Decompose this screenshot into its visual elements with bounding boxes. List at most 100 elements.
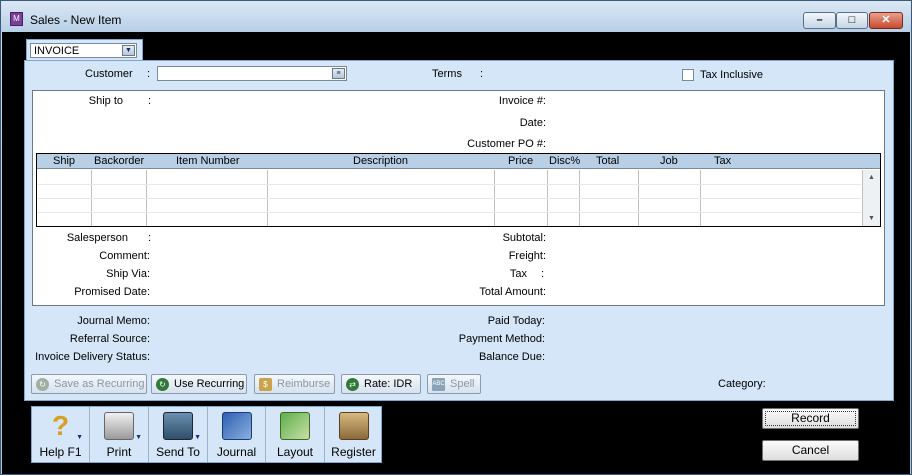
salesperson-label: Salesperson bbox=[66, 232, 128, 244]
print-label: Print bbox=[106, 445, 132, 459]
grid-row-line bbox=[37, 198, 861, 199]
printer-icon bbox=[104, 412, 134, 440]
reimburse-icon: $ bbox=[259, 378, 272, 391]
layout-label: Layout bbox=[276, 445, 314, 459]
record-button[interactable]: Record bbox=[762, 408, 859, 429]
chevron-down-icon: ▼ bbox=[76, 434, 83, 441]
tax-inclusive-label: Tax Inclusive bbox=[700, 69, 763, 81]
chevron-down-icon: ▼ bbox=[194, 434, 201, 441]
promised-date-label: Promised Date: bbox=[74, 286, 150, 298]
window-title: Sales - New Item bbox=[30, 13, 122, 27]
currency-rate-icon: ⇄ bbox=[346, 378, 359, 391]
grid-row-line bbox=[37, 184, 861, 185]
col-description: Description bbox=[353, 155, 409, 167]
save-as-recurring-button[interactable]: ↻ Save as Recurring bbox=[31, 374, 147, 394]
paid-today-label: Paid Today: bbox=[487, 315, 545, 327]
register-label: Register bbox=[331, 445, 376, 459]
customer-list-icon[interactable]: ≡ bbox=[332, 68, 345, 79]
send-to-label: Send To bbox=[156, 445, 200, 459]
tax-colon: : bbox=[541, 268, 545, 280]
scroll-down-icon[interactable]: ▼ bbox=[865, 212, 878, 225]
comment-label: Comment: bbox=[99, 250, 150, 262]
invoice-type-tab: INVOICE ▼ bbox=[26, 39, 143, 61]
col-ship: Ship bbox=[53, 155, 76, 167]
salesperson-colon: : bbox=[148, 232, 152, 244]
minimize-button[interactable]: – bbox=[803, 12, 836, 29]
spell-label: Spell bbox=[450, 378, 475, 390]
reimburse-label: Reimburse bbox=[277, 378, 331, 390]
freight-label: Freight: bbox=[508, 250, 546, 262]
close-button[interactable]: ✕ bbox=[869, 12, 903, 29]
save-as-recurring-label: Save as Recurring bbox=[54, 378, 145, 390]
recurring-icon: ↻ bbox=[36, 378, 49, 391]
journal-book-icon bbox=[221, 412, 252, 440]
referral-source-label: Referral Source: bbox=[69, 333, 150, 345]
print-button[interactable]: ▼ Print bbox=[90, 407, 149, 462]
journal-label: Journal bbox=[216, 445, 257, 459]
customer-field[interactable]: ≡ bbox=[157, 66, 347, 81]
col-disc: Disc% bbox=[549, 155, 581, 167]
rate-button[interactable]: ⇄ Rate: IDR bbox=[341, 374, 421, 394]
layout-icon bbox=[280, 412, 310, 440]
ship-via-label: Ship Via: bbox=[106, 268, 150, 280]
minimize-icon: – bbox=[816, 14, 823, 26]
chevron-down-icon: ▼ bbox=[135, 434, 142, 441]
use-recurring-button[interactable]: ↻ Use Recurring bbox=[151, 374, 247, 394]
spell-check-icon: ABC bbox=[432, 378, 445, 391]
ship-to-label: Ship to bbox=[88, 95, 123, 107]
rate-label: Rate: IDR bbox=[364, 378, 413, 390]
journal-memo-label: Journal Memo: bbox=[77, 315, 150, 327]
balance-due-label: Balance Due: bbox=[478, 351, 545, 363]
reimburse-button[interactable]: $ Reimburse bbox=[254, 374, 335, 394]
maximize-button[interactable]: □ bbox=[836, 12, 868, 29]
col-tax: Tax bbox=[714, 155, 732, 167]
recurring-icon: ↻ bbox=[156, 378, 169, 391]
date-label: Date: bbox=[519, 117, 546, 129]
invoice-number-label: Invoice #: bbox=[498, 95, 546, 107]
grid-scrollbar[interactable]: ▲ ▼ bbox=[862, 170, 880, 226]
help-label: Help F1 bbox=[39, 445, 82, 459]
scroll-up-icon[interactable]: ▲ bbox=[865, 171, 878, 184]
subtotal-label: Subtotal: bbox=[502, 232, 546, 244]
invoice-type-select[interactable]: INVOICE ▼ bbox=[30, 43, 137, 58]
spell-button[interactable]: ABC Spell bbox=[427, 374, 481, 394]
terms-colon: : bbox=[480, 68, 484, 80]
col-price: Price bbox=[508, 155, 534, 167]
customer-label: Customer bbox=[85, 68, 133, 80]
maximize-icon: □ bbox=[848, 14, 856, 26]
tax-inclusive-checkbox[interactable] bbox=[682, 69, 694, 81]
chevron-down-icon[interactable]: ▼ bbox=[122, 45, 135, 56]
tax-label: Tax bbox=[509, 268, 527, 280]
memo-section: Journal Memo: Referral Source: Invoice D… bbox=[32, 309, 885, 371]
grid-row-line bbox=[37, 212, 861, 213]
use-recurring-label: Use Recurring bbox=[174, 378, 245, 390]
invoice-body: Ship to : Invoice #: Date: Customer PO #… bbox=[32, 90, 885, 306]
payment-method-label: Payment Method: bbox=[458, 333, 545, 345]
line-items-grid[interactable]: Ship Backorder Item Number Description P… bbox=[36, 153, 881, 227]
col-job: Job bbox=[660, 155, 678, 167]
layout-button[interactable]: Layout bbox=[266, 407, 325, 462]
invoice-type-value: INVOICE bbox=[34, 45, 80, 57]
col-item-number: Item Number bbox=[176, 155, 240, 167]
register-button[interactable]: Register bbox=[325, 407, 382, 462]
bottom-toolbar: ? ▼ Help F1 ▼ Print ▼ Send To Journal La… bbox=[31, 406, 382, 463]
customer-colon: : bbox=[147, 68, 151, 80]
mailbox-icon bbox=[163, 412, 193, 440]
register-icon bbox=[338, 412, 369, 440]
app-icon: M bbox=[10, 12, 23, 26]
sales-panel: Customer : ≡ Terms : Tax Inclusive Ship … bbox=[24, 60, 894, 401]
category-label: Category: bbox=[718, 378, 766, 390]
terms-label: Terms bbox=[432, 68, 462, 80]
total-amount-label: Total Amount: bbox=[479, 286, 546, 298]
help-icon: ? bbox=[51, 410, 70, 441]
help-button[interactable]: ? ▼ Help F1 bbox=[32, 407, 90, 462]
col-total: Total bbox=[596, 155, 620, 167]
journal-button[interactable]: Journal bbox=[208, 407, 266, 462]
close-icon: ✕ bbox=[881, 14, 891, 26]
cancel-button[interactable]: Cancel bbox=[762, 440, 859, 461]
send-to-button[interactable]: ▼ Send To bbox=[149, 407, 208, 462]
grid-header: Ship Backorder Item Number Description P… bbox=[37, 154, 880, 169]
customer-po-label: Customer PO #: bbox=[467, 138, 546, 150]
col-backorder: Backorder bbox=[94, 155, 145, 167]
title-bar: M Sales - New Item – □ ✕ bbox=[1, 1, 911, 32]
